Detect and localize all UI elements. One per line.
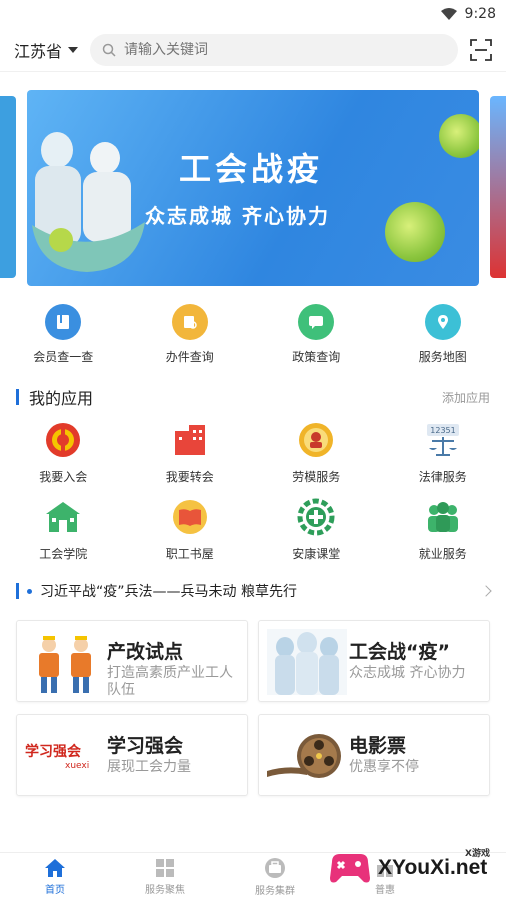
virus-icon [439, 114, 479, 158]
watermark: XYouXi.net X游戏 [328, 846, 498, 890]
app-health-class[interactable]: 安康课堂 [253, 497, 380, 562]
people-group-icon [423, 497, 463, 537]
search-input[interactable] [124, 41, 446, 58]
quick-service-map[interactable]: 服务地图 [388, 304, 498, 380]
app-label: 法律服务 [418, 470, 467, 484]
gamepad-logo-icon [330, 854, 370, 883]
document-search-icon [171, 304, 208, 340]
briefcase-icon [265, 857, 285, 878]
app-label: 职工书屋 [165, 547, 214, 561]
app-label: 就业服务 [418, 547, 467, 561]
quick-policy-query[interactable]: 政策查询 [261, 304, 371, 380]
quick-label: 服务地图 [418, 350, 467, 364]
app-model-worker[interactable]: 劳模服务 [253, 420, 380, 485]
banner-title: 工会战疫 [179, 150, 324, 188]
virus-icon [385, 202, 445, 262]
home-icon [45, 858, 65, 877]
tab-label: 服务集群 [255, 885, 295, 897]
bullet-dot [27, 588, 32, 594]
search-icon [102, 43, 116, 57]
card-movie-tickets[interactable]: 电影票 优惠享不停 [258, 714, 490, 796]
app-join-union[interactable]: 我要入会 [0, 420, 127, 485]
card-subtitle: 众志成城 齐心协力 [349, 665, 466, 681]
watermark-text: XYouXi.net [378, 856, 488, 879]
app-label: 安康课堂 [292, 547, 341, 561]
academy-building-icon [43, 497, 83, 537]
tab-service-cluster[interactable]: 服务集群 [220, 853, 330, 900]
tab-service-focus[interactable]: 服务聚焦 [110, 853, 220, 900]
banner-prev-peek [0, 96, 16, 278]
grid-icon [156, 858, 174, 877]
caret-down-icon [68, 46, 79, 53]
feature-cards: 产改试点 打造高素质产业工人队伍 工会战“疫” 众志成城 齐心协力 学习强会 x… [0, 620, 506, 796]
xuexi-logo: 学习强会 xuexi [25, 744, 90, 771]
app-employment-service[interactable]: 就业服务 [380, 497, 506, 562]
workers-illustration [39, 636, 91, 693]
section-accent-bar [16, 389, 19, 405]
card-title: 工会战“疫” [349, 641, 450, 663]
banner-next-peek [490, 96, 506, 278]
search-bar[interactable] [90, 33, 458, 66]
card-subtitle: 优惠享不停 [349, 759, 419, 775]
card-study-union[interactable]: 学习强会 xuexi 学习强会 展现工会力量 [16, 714, 248, 796]
news-ticker[interactable]: 习近平战“疫”兵法——兵马未动 粮草先行 [0, 574, 506, 608]
tab-home[interactable]: 首页 [0, 853, 110, 900]
app-legal-service[interactable]: 12351 法律服务 [380, 420, 506, 485]
model-worker-medal-icon [296, 420, 336, 460]
card-title: 学习强会 [107, 735, 184, 757]
tab-label: 服务聚焦 [145, 884, 185, 896]
svg-text:12351: 12351 [430, 426, 455, 435]
quick-label: 政策查询 [292, 350, 341, 364]
app-label: 我要入会 [39, 470, 88, 484]
map-pin-icon [424, 304, 461, 340]
medical-workers-illustration [32, 132, 145, 272]
province-label: 江苏省 [14, 41, 63, 61]
section-accent-bar [16, 583, 19, 599]
legal-scales-icon: 12351 [423, 420, 463, 460]
status-bar: 9:28 [0, 0, 506, 28]
film-reel-icon [267, 734, 341, 778]
scan-icon[interactable] [470, 38, 492, 61]
watermark-small-text: X游戏 [465, 849, 490, 859]
news-headline: 习近平战“疫”兵法——兵马未动 粮草先行 [40, 584, 297, 600]
banner-carousel[interactable]: 工会战疫 众志成城 齐心协力 [0, 80, 506, 294]
my-apps-header: 我的应用 添加应用 [0, 382, 506, 412]
union-emblem-icon [43, 420, 83, 460]
policy-chat-icon [298, 304, 335, 340]
card-reform-pilot[interactable]: 产改试点 打造高素质产业工人队伍 [16, 620, 248, 702]
app-label: 我要转会 [165, 470, 214, 484]
quick-case-query[interactable]: 办件查询 [135, 304, 245, 380]
app-grid: 我要入会 我要转会 劳模服务 12351 法律服务 工会学院 职工书屋 安康课堂… [0, 412, 506, 562]
tab-label: 首页 [45, 884, 65, 896]
card-title: 电影票 [349, 735, 407, 757]
card-title: 产改试点 [107, 641, 184, 663]
app-label: 工会学院 [39, 547, 88, 561]
app-label: 劳模服务 [292, 470, 341, 484]
banner-slide[interactable]: 工会战疫 众志成城 齐心协力 [27, 90, 479, 286]
banner-subtitle: 众志成城 齐心协力 [145, 204, 330, 228]
card-subtitle: 展现工会力量 [107, 759, 191, 775]
app-transfer-union[interactable]: 我要转会 [127, 420, 254, 485]
member-card-icon [45, 304, 82, 340]
app-staff-library[interactable]: 职工书屋 [127, 497, 254, 562]
app-union-academy[interactable]: 工会学院 [0, 497, 127, 562]
status-time: 9:28 [464, 6, 496, 22]
quick-services: 会员查一查 办件查询 政策查询 服务地图 [0, 304, 506, 380]
quick-label: 办件查询 [165, 350, 214, 364]
top-bar: 江苏省 [0, 28, 506, 72]
quick-label: 会员查一查 [33, 350, 94, 364]
building-transfer-icon [170, 420, 210, 460]
quick-member-lookup[interactable]: 会员查一查 [8, 304, 118, 380]
card-subtitle: 打造高素质产业工人队伍 [107, 665, 233, 698]
medical-team-illustration [267, 629, 347, 695]
card-union-fight-epidemic[interactable]: 工会战“疫” 众志成城 齐心协力 [258, 620, 490, 702]
section-title: 我的应用 [29, 389, 94, 408]
book-icon [170, 497, 210, 537]
chevron-right-icon [480, 585, 492, 597]
health-cross-gear-icon [296, 497, 336, 537]
province-selector[interactable]: 江苏省 [14, 38, 79, 62]
wifi-icon [440, 8, 457, 20]
add-app-link[interactable]: 添加应用 [442, 389, 490, 406]
